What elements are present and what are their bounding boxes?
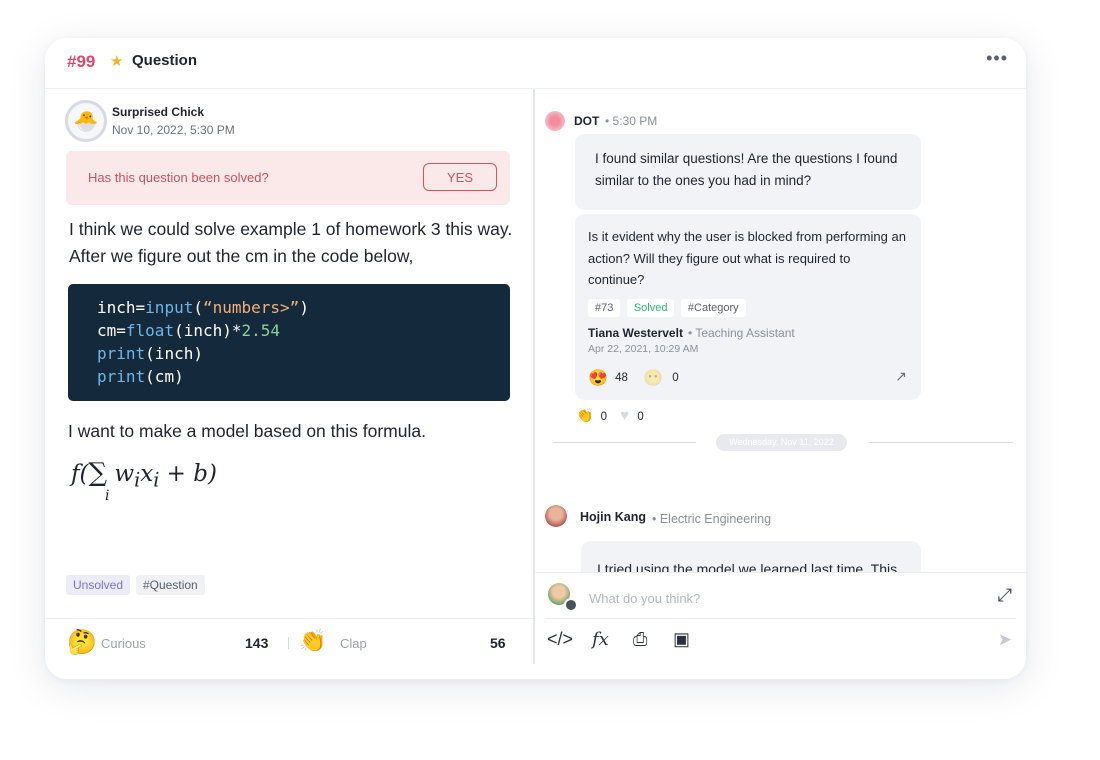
code-icon[interactable]: </> xyxy=(547,629,573,650)
open-link-icon[interactable]: ↗ xyxy=(895,368,907,385)
related-author-name: Tiana Westervelt xyxy=(588,326,683,340)
tag-category[interactable]: #Category xyxy=(680,299,746,317)
toolbar-divider xyxy=(545,618,1016,619)
solved-question-text: Has this question been solved? xyxy=(88,170,269,185)
heart-icon[interactable]: ♥ xyxy=(620,407,629,424)
reaction-divider xyxy=(288,637,289,649)
reaction-count: 0 xyxy=(672,372,679,384)
tag-solved[interactable]: Solved xyxy=(626,299,675,317)
day-separator: Wednesday, Nov 11, 2022 xyxy=(553,434,1013,452)
hojin-message-bubble: I tried using the model we learned last … xyxy=(581,541,921,572)
reaction-count-clap: 56 xyxy=(490,635,506,651)
post-date: Nov 10, 2022, 5:30 PM xyxy=(112,123,235,137)
settings-badge-icon xyxy=(564,598,578,612)
related-tags: #73 Solved #Category xyxy=(588,298,748,317)
message-reactions: 👏 0 ♥ 0 xyxy=(576,407,644,424)
reaction-label-clap[interactable]: Clap xyxy=(340,636,367,651)
day-separator-label: Wednesday, Nov 11, 2022 xyxy=(716,434,847,451)
category-tag-question[interactable]: #Question xyxy=(136,575,205,595)
code-line: print(cm) xyxy=(97,367,184,386)
question-title: Question xyxy=(132,52,198,69)
author-name[interactable]: Surprised Chick xyxy=(112,105,204,119)
formula-icon[interactable]: fx xyxy=(592,629,609,650)
question-number: #99 xyxy=(67,52,96,71)
star-icon[interactable]: ★ xyxy=(110,52,123,70)
reaction-count: 0 xyxy=(637,411,644,423)
dot-message-bubble: I found similar questions! Are the quest… xyxy=(575,134,921,210)
chat-thread[interactable]: DOT • 5:30 PM I found similar questions!… xyxy=(535,89,1026,572)
image-icon[interactable]: ▣ xyxy=(673,629,690,650)
reaction-bar: 🤔 Curious 143 👏 Clap 56 xyxy=(45,618,533,665)
dot-avatar xyxy=(545,111,565,131)
code-line: inch=input(“numbers>”) xyxy=(97,298,309,317)
question-card: #99 ★ Question ••• 🐣 Surprised Chick Nov… xyxy=(45,38,1026,679)
separator-line xyxy=(869,442,1013,443)
code-line: print(inch) xyxy=(97,344,203,363)
related-author-role: • Teaching Assistant xyxy=(688,326,795,340)
author-avatar[interactable]: 🐣 xyxy=(65,100,107,142)
related-reactions: 😍 48 😶 0 xyxy=(588,368,679,388)
expand-icon[interactable]: ⤢ xyxy=(998,585,1012,606)
heart-eyes-emoji-icon[interactable]: 😍 xyxy=(588,370,608,387)
message-input[interactable] xyxy=(587,587,971,609)
hojin-department: • Electric Engineering xyxy=(652,512,772,526)
dot-name: DOT xyxy=(574,114,600,128)
solved-prompt: Has this question been solved? YES xyxy=(66,151,510,205)
related-question-text: Is it evident why the user is blocked fr… xyxy=(588,229,906,287)
separator-line xyxy=(553,442,696,443)
question-header: #99 ★ Question ••• xyxy=(45,38,1026,89)
code-block: inch=input(“numbers>”) cm=float(inch)*2.… xyxy=(68,284,510,401)
post-body-text-2: I want to make a model based on this for… xyxy=(68,421,426,441)
reaction-count: 48 xyxy=(615,372,628,384)
attachment-icon[interactable]: ⎙ xyxy=(633,629,647,650)
formula: f(∑ wixi + b) i xyxy=(71,458,217,504)
code-line: cm=float(inch)*2.54 xyxy=(97,321,281,340)
curious-emoji-icon[interactable]: 🤔 xyxy=(67,628,97,657)
dot-time: • 5:30 PM xyxy=(605,114,658,128)
related-date: Apr 22, 2021, 10:29 AM xyxy=(588,343,699,355)
reaction-count: 0 xyxy=(600,411,608,423)
hojin-avatar[interactable] xyxy=(545,505,567,527)
post-body-text: I think we could solve example 1 of home… xyxy=(69,219,513,266)
send-icon[interactable]: ➤ xyxy=(998,630,1012,650)
related-question-card[interactable]: Is it evident why the user is blocked fr… xyxy=(575,214,921,400)
hojin-name[interactable]: Hojin Kang xyxy=(580,510,646,524)
clap-icon[interactable]: 👏 xyxy=(299,628,326,654)
reaction-count-curious: 143 xyxy=(245,635,269,651)
more-dots-icon[interactable]: ••• xyxy=(986,48,1008,69)
clap-icon[interactable]: 👏 xyxy=(576,407,593,423)
message-composer: ⤢ </> fx ⎙ ▣ ➤ xyxy=(535,572,1026,665)
status-tag-unsolved[interactable]: Unsolved xyxy=(66,575,131,595)
neutral-emoji-icon[interactable]: 😶 xyxy=(643,370,663,387)
yes-button[interactable]: YES xyxy=(423,163,497,191)
reaction-label-curious[interactable]: Curious xyxy=(101,636,146,651)
tag-number[interactable]: #73 xyxy=(588,299,621,317)
